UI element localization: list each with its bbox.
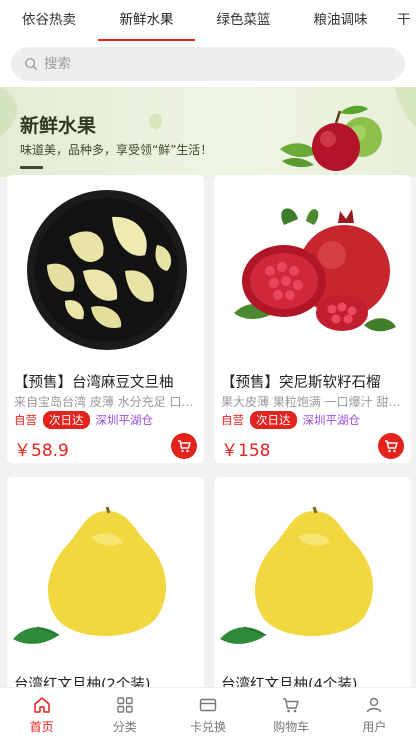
product-card[interactable]: 【预售】台湾麻豆文旦柚 来自宝岛台湾 皮薄 水分充足 口感清甜 自营 次日达 深… xyxy=(7,175,204,463)
product-tags: 自营 次日达 深圳平湖仓 xyxy=(14,411,153,429)
self-operated-tag: 自营 xyxy=(221,413,244,427)
next-day-tag: 次日达 xyxy=(43,411,90,429)
nav-user[interactable]: 用户 xyxy=(333,688,416,740)
warehouse-tag: 深圳平湖仓 xyxy=(302,413,361,427)
tab-yigu-hot[interactable]: 依谷热卖 xyxy=(0,0,98,41)
cart-icon xyxy=(385,440,398,453)
card-icon xyxy=(199,698,217,712)
product-card[interactable]: 【预售】突尼斯软籽石榴 果大皮薄 果粒饱满 一口爆汁 甜蜜多汁 自营 次日达 深… xyxy=(214,175,411,463)
add-to-cart-button[interactable] xyxy=(378,433,404,459)
product-image[interactable] xyxy=(7,477,204,667)
product-tags: 自营 次日达 深圳平湖仓 xyxy=(221,411,360,429)
product-description: 果大皮薄 果粒饱满 一口爆汁 甜蜜多汁 xyxy=(221,395,405,409)
next-day-tag: 次日达 xyxy=(250,411,297,429)
search-input[interactable] xyxy=(44,56,344,72)
self-operated-tag: 自营 xyxy=(14,413,37,427)
tab-green-vegetables[interactable]: 绿色菜篮 xyxy=(195,0,292,41)
product-card[interactable]: 台湾红文旦柚(2个装) xyxy=(7,477,204,697)
tab-grain-oil[interactable]: 粮油调味 xyxy=(292,0,389,41)
banner-underline xyxy=(20,166,43,169)
nav-cart[interactable]: 购物车 xyxy=(250,688,333,740)
search-bar xyxy=(0,41,416,87)
add-to-cart-button[interactable] xyxy=(171,433,197,459)
product-name[interactable]: 【预售】台湾麻豆文旦柚 xyxy=(14,371,198,392)
product-image[interactable] xyxy=(214,175,411,365)
tab-fresh-fruit[interactable]: 新鲜水果 xyxy=(98,0,195,41)
search-icon xyxy=(25,58,37,70)
nav-card-redeem[interactable]: 卡兑换 xyxy=(166,688,249,740)
tab-more[interactable]: 干 xyxy=(389,0,416,41)
home-icon xyxy=(33,697,50,713)
bottom-nav: 首页 分类 卡兑换 购物车 用户 xyxy=(0,687,416,740)
cart-icon xyxy=(283,698,299,713)
cart-icon xyxy=(178,440,191,453)
product-price: ￥158 xyxy=(221,441,271,461)
category-banner: 新鲜水果 味道美，品种多，享受领“鲜”生活！ xyxy=(0,87,416,177)
product-price: ￥58.9 xyxy=(14,441,69,461)
category-tabs: 依谷热卖 新鲜水果 绿色菜篮 粮油调味 干 xyxy=(0,0,416,41)
apple-icon xyxy=(280,105,382,171)
yellow-pomelo-image xyxy=(7,477,204,667)
nav-card-redeem-label: 卡兑换 xyxy=(190,720,227,734)
banner-subtitle: 味道美，品种多，享受领“鲜”生活！ xyxy=(20,143,213,157)
yellow-pomelo-image xyxy=(214,477,411,667)
category-icon xyxy=(117,697,133,713)
nav-user-label: 用户 xyxy=(362,720,387,734)
product-name[interactable]: 【预售】突尼斯软籽石榴 xyxy=(221,371,405,392)
nav-home[interactable]: 首页 xyxy=(0,688,83,740)
search-box[interactable] xyxy=(11,47,405,81)
nav-home-label: 首页 xyxy=(29,720,54,734)
user-icon xyxy=(367,697,382,713)
warehouse-tag: 深圳平湖仓 xyxy=(95,413,154,427)
nav-category-label: 分类 xyxy=(112,720,137,734)
banner-title: 新鲜水果 xyxy=(20,115,97,137)
product-card[interactable]: 台湾红文旦柚(4个装) xyxy=(214,477,411,697)
nav-cart-label: 购物车 xyxy=(273,720,310,734)
pomegranate-image xyxy=(214,175,411,365)
nav-category[interactable]: 分类 xyxy=(83,688,166,740)
product-image[interactable] xyxy=(7,175,204,365)
product-description: 来自宝岛台湾 皮薄 水分充足 口感清甜 xyxy=(14,395,198,409)
product-image[interactable] xyxy=(214,477,411,667)
pomelo-pulp-image xyxy=(7,175,204,365)
